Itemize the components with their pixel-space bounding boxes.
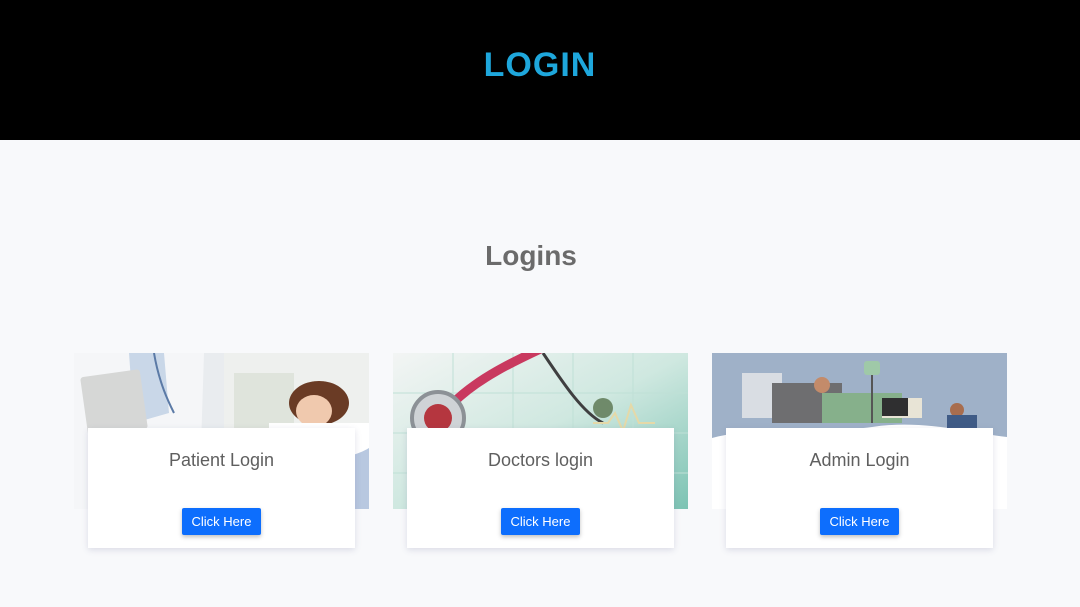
doctors-login-card: Doctors login Click Here	[393, 353, 688, 553]
patient-click-here-button[interactable]: Click Here	[181, 508, 262, 535]
admin-login-label: Admin Login	[809, 450, 910, 470]
patient-login-label: Patient Login	[168, 450, 275, 470]
admin-login-panel: Admin Login Click Here	[726, 428, 993, 548]
patient-login-card: Patient Login Click Here	[74, 353, 369, 553]
doctors-login-panel: Doctors login Click Here	[407, 428, 674, 548]
patient-login-panel: Patient Login Click Here	[88, 428, 355, 548]
admin-login-card: Admin Login Click Here	[712, 353, 1007, 553]
doctors-click-here-button[interactable]: Click Here	[500, 508, 581, 535]
admin-click-here-button[interactable]: Click Here	[819, 508, 900, 535]
section-title: Logins	[485, 240, 577, 271]
page-title: LOGIN	[483, 45, 597, 84]
doctors-login-label: Doctors login	[487, 450, 594, 470]
top-header: LOGIN	[0, 0, 1080, 140]
